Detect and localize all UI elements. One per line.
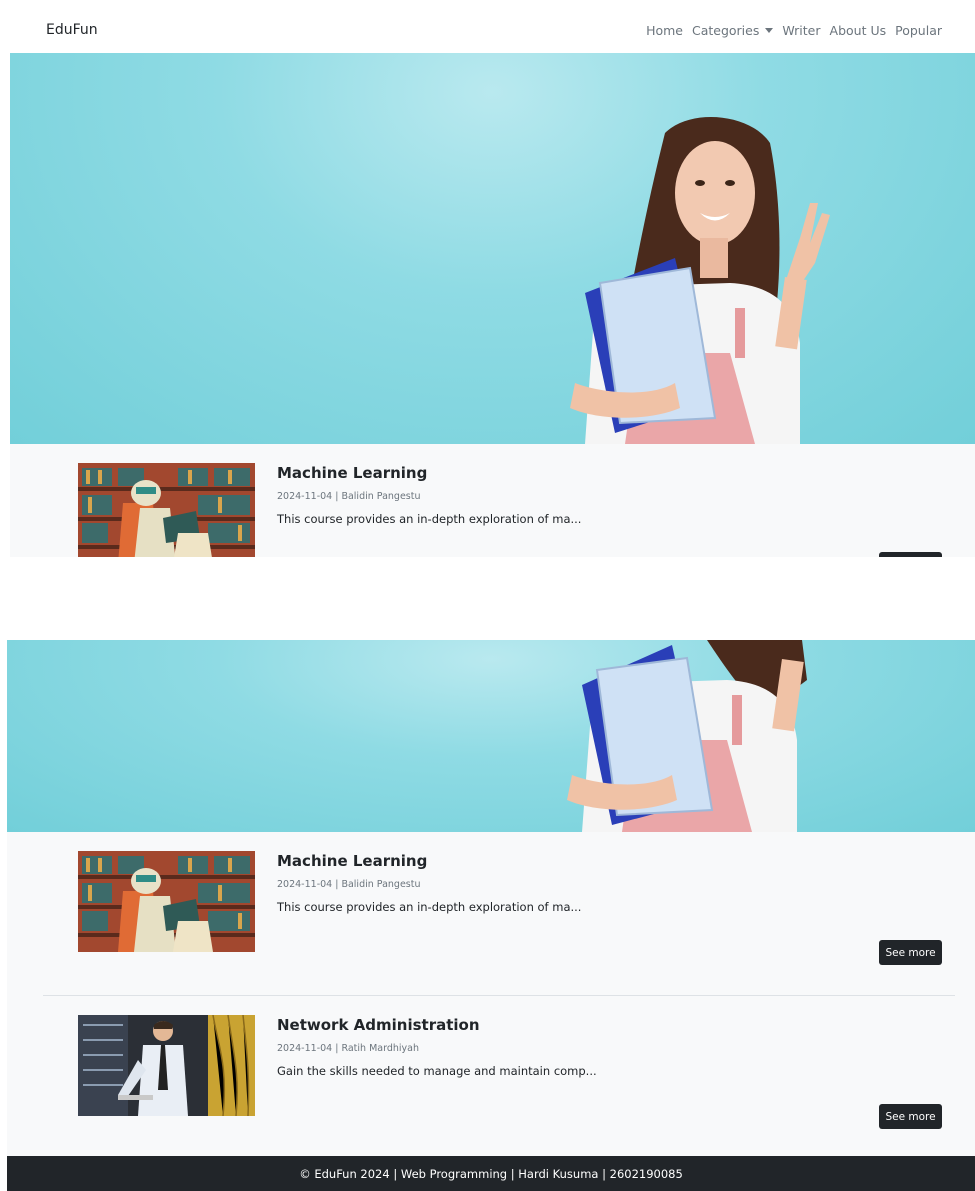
caret-down-icon <box>765 28 774 33</box>
footer: © EduFun 2024 | Web Programming | Hardi … <box>7 1156 975 1191</box>
nav-home[interactable]: Home <box>646 23 683 38</box>
nav-categories-label: Categories <box>691 23 760 38</box>
see-more-button[interactable]: See more <box>879 940 942 965</box>
nav-links: Home Categories Writer About Us Popular <box>646 23 942 38</box>
course-description: This course provides an in-depth explora… <box>277 512 582 526</box>
course-title[interactable]: Machine Learning <box>277 852 427 870</box>
course-card: Machine Learning 2024-11-04 | Balidin Pa… <box>0 832 975 996</box>
nav-writer[interactable]: Writer <box>782 23 820 38</box>
navbar-brand[interactable]: EduFun <box>46 22 98 38</box>
course-card: Machine Learning 2024-11-04 | Balidin Pa… <box>0 444 975 557</box>
course-title[interactable]: Network Administration <box>277 1016 480 1034</box>
navbar: EduFun Home Categories Writer About Us P… <box>0 0 975 53</box>
screenshot-scrolled: Machine Learning 2024-11-04 | Balidin Pa… <box>0 640 975 1191</box>
hero-banner <box>7 640 975 832</box>
hero-student-image <box>567 640 807 832</box>
see-more-button[interactable]: See more <box>879 552 942 557</box>
see-more-button[interactable]: See more <box>879 1104 942 1129</box>
course-thumbnail-network <box>78 1015 255 1116</box>
hero-banner <box>10 53 975 444</box>
screenshot-top: EduFun Home Categories Writer About Us P… <box>0 0 975 557</box>
course-title[interactable]: Machine Learning <box>277 464 427 482</box>
course-thumbnail-robot <box>78 851 255 952</box>
course-description: This course provides an in-depth explora… <box>277 900 582 914</box>
footer-text: © EduFun 2024 | Web Programming | Hardi … <box>299 1166 683 1181</box>
nav-categories-dropdown[interactable]: Categories <box>691 23 774 38</box>
course-meta: 2024-11-04 | Ratih Mardhiyah <box>277 1043 419 1054</box>
course-meta: 2024-11-04 | Balidin Pangestu <box>277 879 421 890</box>
course-thumbnail-robot <box>78 463 255 557</box>
nav-popular[interactable]: Popular <box>895 23 942 38</box>
course-description: Gain the skills needed to manage and mai… <box>277 1064 597 1078</box>
course-card: Network Administration 2024-11-04 | Rati… <box>0 996 975 1160</box>
course-meta: 2024-11-04 | Balidin Pangestu <box>277 491 421 502</box>
hero-student-image <box>570 116 830 444</box>
nav-about-us[interactable]: About Us <box>830 23 887 38</box>
